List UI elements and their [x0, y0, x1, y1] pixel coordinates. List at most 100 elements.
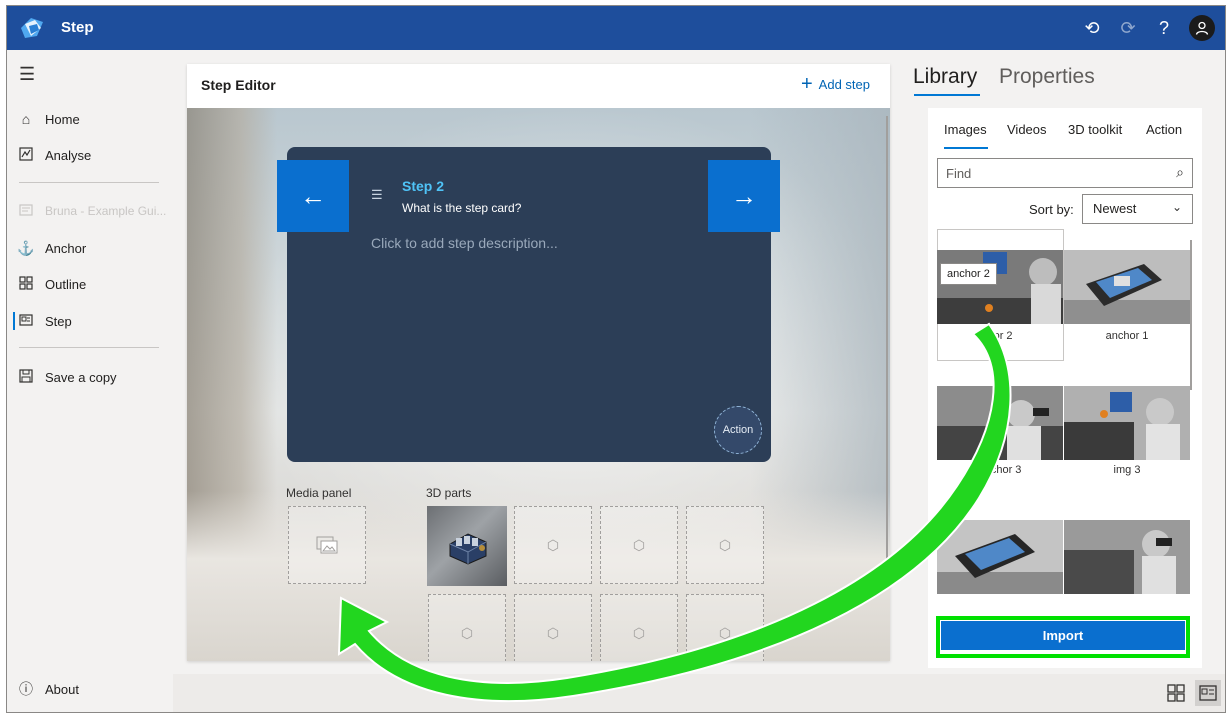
nav-item-label: About: [45, 681, 79, 697]
cube-icon: ⬡: [718, 536, 732, 553]
image-label: img 3: [1113, 464, 1141, 476]
nav-divider: [19, 347, 159, 348]
next-step-button[interactable]: →: [708, 160, 780, 232]
nav-item-home[interactable]: ⌂ Home: [7, 104, 173, 134]
3d-part-slot[interactable]: ⬡: [600, 506, 678, 584]
cube-icon: ⬡: [718, 624, 732, 641]
3d-part-model-icon: [449, 533, 487, 565]
library-image-6[interactable]: [1064, 520, 1190, 594]
image-preview: [1064, 520, 1190, 594]
3d-part-slot[interactable]: ⬡: [514, 594, 592, 661]
find-field[interactable]: ⌕: [937, 158, 1193, 188]
guide-icon: [7, 203, 45, 219]
nav-item-outline[interactable]: Outline: [7, 269, 173, 299]
media-panel-slot[interactable]: [288, 506, 366, 584]
nav-item-label: Anchor: [45, 240, 87, 256]
image-preview: [937, 386, 1063, 460]
search-icon[interactable]: ⌕: [1176, 164, 1184, 181]
nav-item-label: Step: [45, 313, 72, 329]
add-step-button[interactable]: + Add step: [800, 73, 870, 95]
image-preview: [937, 520, 1063, 594]
3d-part-slot[interactable]: ⬡: [600, 594, 678, 661]
add-step-label: Add step: [818, 76, 870, 92]
sort-dropdown[interactable]: Newest ⌄: [1082, 194, 1193, 224]
save-copy-icon: [7, 368, 45, 386]
3d-part-thumbnail[interactable]: [427, 506, 507, 586]
action-button[interactable]: Action: [714, 406, 762, 454]
editor-scrollbar[interactable]: [886, 116, 888, 576]
media-panel-label: Media panel: [286, 486, 352, 500]
step-title[interactable]: What is the step card?: [402, 201, 521, 215]
image-label: anchor 3: [978, 464, 1022, 476]
nav-item-analyse[interactable]: Analyse: [7, 140, 173, 170]
nav-item-label: Bruna - Example Gui...: [45, 204, 167, 218]
tab-properties[interactable]: Properties: [999, 65, 1095, 89]
step-card[interactable]: ☰ Step 2 What is the step card? Click to…: [287, 147, 771, 462]
help-icon[interactable]: ?: [1153, 18, 1175, 39]
library-tab-3d-toolkit[interactable]: 3D toolkit: [1068, 122, 1122, 137]
image-placeholder-icon: [316, 536, 338, 554]
cube-icon: ⬡: [546, 624, 560, 641]
hamburger-menu-icon[interactable]: ☰: [19, 64, 35, 85]
anchor-icon: ⚓: [17, 239, 35, 256]
sort-label: Sort by:: [1029, 202, 1074, 217]
cube-icon: ⬡: [632, 536, 646, 553]
library-image-anchor-1[interactable]: [1064, 250, 1190, 324]
right-panel: Library Properties Images Videos 3D tool…: [902, 50, 1225, 674]
library-image-anchor-3[interactable]: [937, 386, 1063, 460]
home-icon: ⌂: [21, 111, 31, 127]
nav-item-step[interactable]: Step: [7, 306, 173, 336]
image-label: hor 2: [987, 330, 1013, 342]
list-icon: ☰: [371, 187, 383, 202]
account-icon[interactable]: [1189, 15, 1215, 41]
library-tab-images[interactable]: Images: [944, 122, 987, 137]
image-preview: [1064, 250, 1190, 324]
library-image-5[interactable]: [937, 520, 1063, 594]
library-tab-videos[interactable]: Videos: [1007, 122, 1047, 137]
app-title: Step: [61, 19, 94, 36]
step-description-field[interactable]: Click to add step description...: [371, 235, 558, 251]
step-icon: [7, 313, 45, 329]
analyse-icon: [7, 146, 45, 164]
nav-divider: [19, 182, 159, 183]
nav-item-save-copy[interactable]: Save a copy: [7, 362, 173, 392]
plus-icon: +: [800, 73, 813, 95]
3d-part-slot[interactable]: ⬡: [686, 506, 764, 584]
editor-title: Step Editor: [201, 77, 276, 93]
tab-library[interactable]: Library: [913, 65, 977, 89]
image-preview: [937, 250, 1063, 324]
import-highlight: Import: [936, 616, 1190, 658]
previous-step-button[interactable]: ←: [277, 160, 349, 232]
redo-icon[interactable]: ⟳: [1117, 18, 1139, 39]
nav-item-about[interactable]: ⓘ About: [7, 674, 173, 704]
library-scrollbar[interactable]: [1190, 240, 1192, 390]
grid-view-icon[interactable]: [1163, 680, 1189, 706]
library-image-img-3[interactable]: [1064, 386, 1190, 460]
3d-part-slot[interactable]: ⬡: [514, 506, 592, 584]
nav-item-guide: Bruna - Example Gui...: [7, 196, 173, 226]
app-window: Step ⟲ ⟳ ? ☰ ⌂ Home Analyse Bruna - Exam…: [6, 5, 1226, 713]
arrow-right-icon: →: [731, 180, 757, 211]
status-strip: [173, 674, 1225, 712]
3d-part-slot[interactable]: ⬡: [686, 594, 764, 661]
action-label: Action: [722, 424, 754, 436]
find-input[interactable]: [946, 166, 1166, 181]
editor-header: Step Editor + Add step: [187, 64, 890, 108]
active-tab-indicator: [914, 94, 980, 96]
nav-item-label: Outline: [45, 276, 87, 292]
info-icon: ⓘ: [19, 681, 33, 697]
import-button[interactable]: Import: [941, 621, 1185, 653]
library-tab-action[interactable]: Action: [1146, 122, 1182, 137]
cube-icon: ⬡: [460, 624, 474, 641]
image-tooltip: anchor 2: [940, 263, 997, 285]
nav-item-label: Analyse: [45, 147, 92, 163]
step-view-icon[interactable]: [1195, 680, 1221, 706]
nav-item-anchor[interactable]: ⚓ Anchor: [7, 233, 173, 263]
cube-icon: ⬡: [632, 624, 646, 641]
outline-icon: [7, 275, 45, 293]
library-image-anchor-2[interactable]: [937, 250, 1063, 324]
sort-value: Newest: [1093, 201, 1137, 216]
title-bar: Step ⟲ ⟳ ?: [7, 6, 1225, 50]
undo-icon[interactable]: ⟲: [1081, 18, 1103, 39]
3d-part-slot[interactable]: ⬡: [428, 594, 506, 661]
